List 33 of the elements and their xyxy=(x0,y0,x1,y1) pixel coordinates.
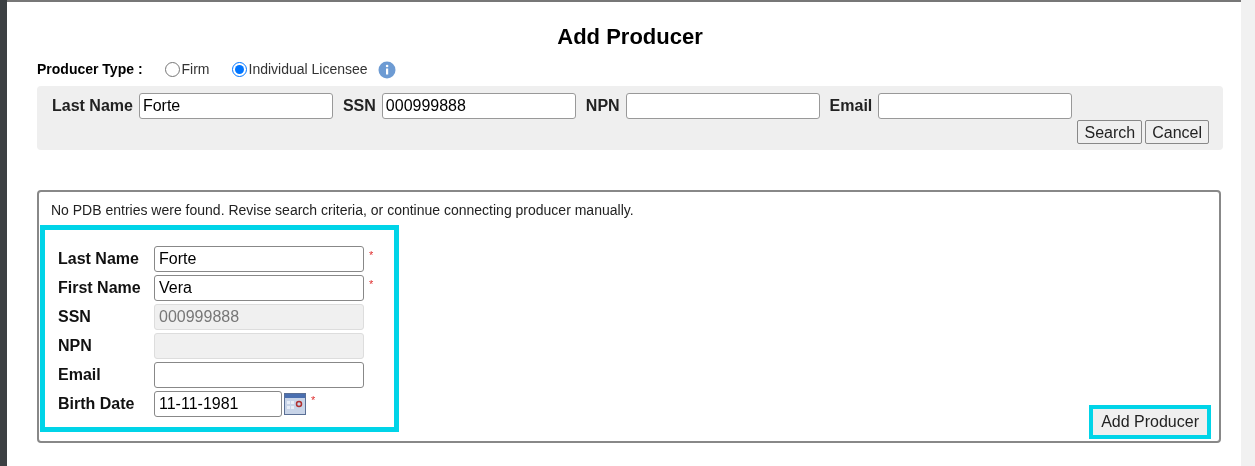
radio-label: Individual Licensee xyxy=(248,60,368,79)
radio-button[interactable] xyxy=(164,62,180,77)
field-label: SSN xyxy=(58,306,92,327)
page-title: Add Producer xyxy=(557,23,703,51)
producer-type-label: Producer Type : xyxy=(37,60,143,79)
radio-button[interactable] xyxy=(231,62,247,77)
input-field[interactable] xyxy=(154,361,364,388)
input-field[interactable] xyxy=(878,93,1073,119)
cancel-button[interactable]: Cancel xyxy=(1145,120,1209,144)
field-label: Email xyxy=(58,364,102,385)
no-results-message: No PDB entries were found. Revise search criteria, or continue connecting producer manually. xyxy=(50,201,635,220)
calendar-icon[interactable] xyxy=(284,392,306,415)
input-field[interactable]: Vera xyxy=(154,274,364,301)
input-field[interactable]: 000999888 xyxy=(381,93,576,119)
field-label: Email xyxy=(829,96,873,116)
info-icon[interactable] xyxy=(377,60,396,79)
add-producer-button[interactable]: Add Producer xyxy=(1089,405,1211,439)
date-field[interactable]: 11-11-1981 xyxy=(154,390,282,417)
required-mark: * xyxy=(369,248,374,264)
search-button[interactable]: Search xyxy=(1077,120,1143,144)
field-label: Last Name xyxy=(58,248,140,269)
field-label: Last Name xyxy=(52,96,133,116)
field-label: SSN xyxy=(342,96,376,116)
field-label: NPN xyxy=(585,96,620,116)
radio-label: Firm xyxy=(181,60,210,79)
input-field[interactable]: Forte xyxy=(154,245,364,272)
required-mark: * xyxy=(311,393,316,409)
input-field[interactable]: Forte xyxy=(138,93,333,119)
field-label: Birth Date xyxy=(58,393,136,414)
field-label: NPN xyxy=(58,335,93,356)
input-field[interactable] xyxy=(625,93,820,119)
required-mark: * xyxy=(369,277,374,293)
field-label: First Name xyxy=(58,277,142,298)
